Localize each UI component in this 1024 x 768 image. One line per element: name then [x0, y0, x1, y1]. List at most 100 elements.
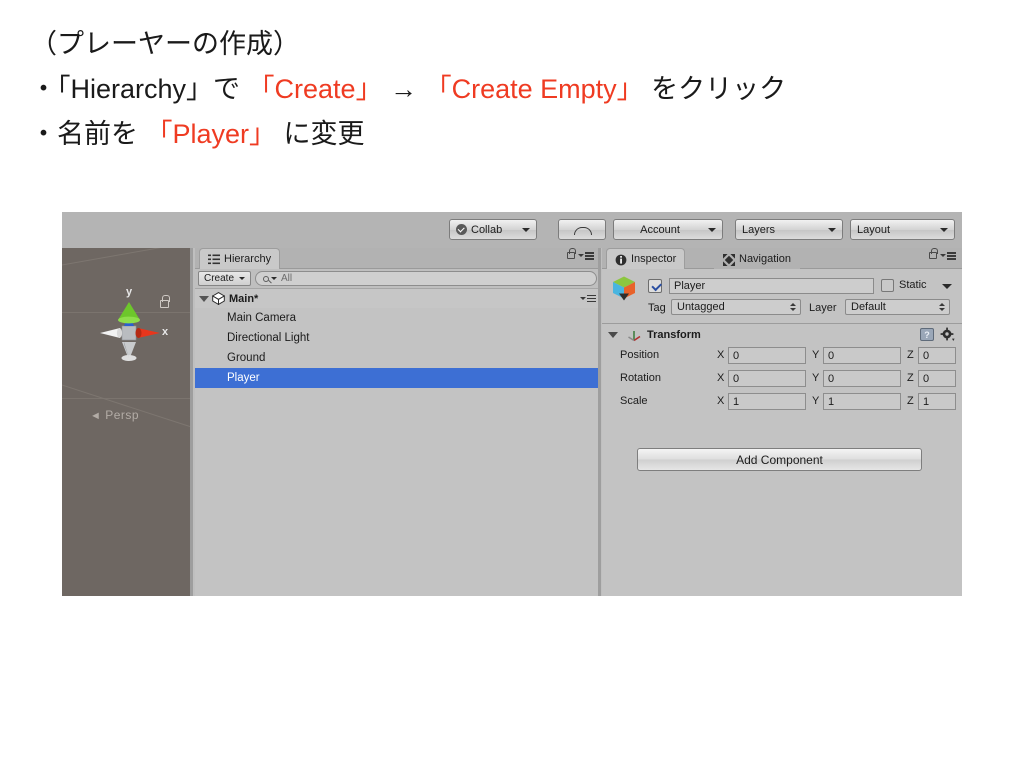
tab-inspector[interactable]: Inspector [606, 248, 686, 269]
panel-menu-icon[interactable] [578, 252, 594, 260]
rotation-y-field[interactable]: 0 [823, 370, 901, 387]
unity-toolbar: Collab Account Layers Layout [62, 212, 962, 248]
tab-navigation[interactable]: Navigation [714, 248, 800, 269]
transform-row-label: Position [620, 349, 660, 361]
hierarchy-search-input[interactable]: All [255, 271, 597, 286]
chevron-down-icon[interactable] [608, 331, 618, 338]
layers-button[interactable]: Layers [735, 219, 843, 240]
account-button[interactable]: Account [613, 219, 723, 240]
gear-icon[interactable] [940, 327, 955, 342]
search-icon [263, 275, 270, 282]
hierarchy-toolbar: Create All [195, 269, 600, 289]
add-component-label: Add Component [736, 452, 823, 467]
lock-icon[interactable] [929, 248, 938, 260]
hierarchy-item-label: Main Camera [227, 312, 297, 324]
cloud-button[interactable] [558, 219, 606, 240]
chevron-down-icon [239, 277, 246, 280]
slide-line-3-seg-3: に変更 [276, 119, 365, 149]
rotation-x-field[interactable]: 0 [728, 370, 806, 387]
layout-button[interactable]: Layout [850, 219, 955, 240]
cloud-icon [574, 225, 592, 235]
collab-label: Collab [471, 223, 503, 236]
scale-x-value: 1 [733, 395, 740, 408]
layers-label: Layers [742, 223, 776, 236]
layer-value: Default [851, 301, 886, 313]
scene-hierarchy-splitter[interactable] [190, 248, 193, 596]
layer-label: Layer [809, 302, 837, 314]
hierarchy-item-label: Ground [227, 352, 266, 364]
chevron-down-icon [828, 227, 836, 232]
hierarchy-item-label: Directional Light [227, 332, 310, 344]
inspector-lock-menu[interactable] [929, 248, 956, 260]
account-label: Account [640, 223, 680, 236]
list-item[interactable]: Directional Light [195, 328, 600, 348]
rotation-y-value: 0 [828, 372, 835, 385]
position-y-field[interactable]: 0 [823, 347, 901, 364]
object-enabled-checkbox[interactable] [648, 279, 662, 293]
add-component-button[interactable]: Add Component [637, 448, 922, 471]
tag-dropdown[interactable]: Untagged [671, 299, 801, 315]
collab-button[interactable]: Collab [449, 219, 537, 240]
static-checkbox[interactable] [881, 279, 894, 292]
create-button[interactable]: Create [198, 271, 252, 286]
create-button-label: Create [204, 273, 235, 284]
list-item-selected[interactable]: Player [195, 368, 600, 388]
perspective-text: Persp [105, 408, 140, 422]
slide-text-block: （プレーヤーの作成） ・「Hierarchy」で 「Create」 → 「Cre… [30, 22, 990, 157]
layout-label: Layout [857, 223, 891, 236]
axis-label-z: Z [907, 372, 914, 384]
scale-z-field[interactable]: 1 [918, 393, 956, 410]
position-z-field[interactable]: 0 [918, 347, 956, 364]
scene-perspective-label[interactable]: ◄ Persp [90, 408, 139, 422]
transform-row-label: Scale [620, 395, 648, 407]
chevron-down-icon [271, 277, 278, 280]
hierarchy-scene-row[interactable]: Main* [195, 289, 600, 308]
slide-line-2-seg-1: ・「Hierarchy」で [30, 74, 248, 104]
position-z-value: 0 [923, 349, 930, 362]
chevron-down-icon[interactable] [199, 295, 209, 302]
scale-z-value: 1 [923, 395, 930, 408]
scene-orientation-gizmo[interactable]: y x [94, 286, 168, 368]
hierarchy-panel: Hierarchy Create All Main* Main Camera D… [195, 248, 600, 596]
transform-component-header[interactable]: Transform ? [602, 325, 962, 344]
slide-line-1: （プレーヤーの作成） [30, 22, 990, 67]
slide-line-2-seg-4-highlight: 「Create Empty」 [424, 74, 644, 104]
position-x-field[interactable]: 0 [728, 347, 806, 364]
transform-row-label: Rotation [620, 372, 661, 384]
lock-icon[interactable] [567, 248, 576, 260]
hierarchy-search-placeholder: All [281, 273, 293, 284]
transform-title: Transform [647, 328, 701, 341]
hierarchy-list: Main Camera Directional Light Ground Pla… [195, 308, 600, 596]
navigation-arrows-icon [723, 253, 735, 266]
slide-line-2-seg-2-highlight: 「Create」 [247, 74, 383, 104]
tag-value: Untagged [677, 301, 725, 313]
gizmo-y-label: y [126, 286, 133, 298]
scale-x-field[interactable]: 1 [728, 393, 806, 410]
check-circle-icon [456, 224, 467, 235]
chevron-down-icon [522, 227, 530, 232]
help-book-icon[interactable]: ? [920, 328, 934, 341]
prefab-cube-icon [611, 275, 637, 301]
unity-cube-icon [211, 292, 226, 306]
axis-label-y: Y [812, 395, 820, 407]
axis-label-y: Y [812, 349, 820, 361]
layer-dropdown[interactable]: Default [845, 299, 950, 315]
rotation-z-field[interactable]: 0 [918, 370, 956, 387]
scene-view-viewport[interactable]: y x ◄ Persp [62, 248, 190, 596]
scale-y-field[interactable]: 1 [823, 393, 901, 410]
list-item[interactable]: Main Camera [195, 308, 600, 328]
position-y-value: 0 [828, 349, 835, 362]
object-name-field[interactable]: Player [669, 278, 874, 294]
chevron-down-icon[interactable] [942, 284, 952, 289]
slide-line-1-seg-1: （プレーヤーの作成） [30, 29, 300, 59]
scale-y-value: 1 [828, 395, 835, 408]
hierarchy-lock-menu[interactable] [567, 248, 594, 260]
axis-label-x: X [717, 372, 725, 384]
list-item[interactable]: Ground [195, 348, 600, 368]
scene-row-menu-icon[interactable] [580, 294, 596, 303]
hierarchy-inspector-splitter[interactable] [598, 248, 601, 596]
panel-menu-icon[interactable] [940, 252, 956, 260]
chevron-down-icon [940, 227, 948, 232]
slide-line-3: ・名前を 「Player」 に変更 [30, 112, 990, 157]
tab-hierarchy[interactable]: Hierarchy [199, 248, 281, 269]
